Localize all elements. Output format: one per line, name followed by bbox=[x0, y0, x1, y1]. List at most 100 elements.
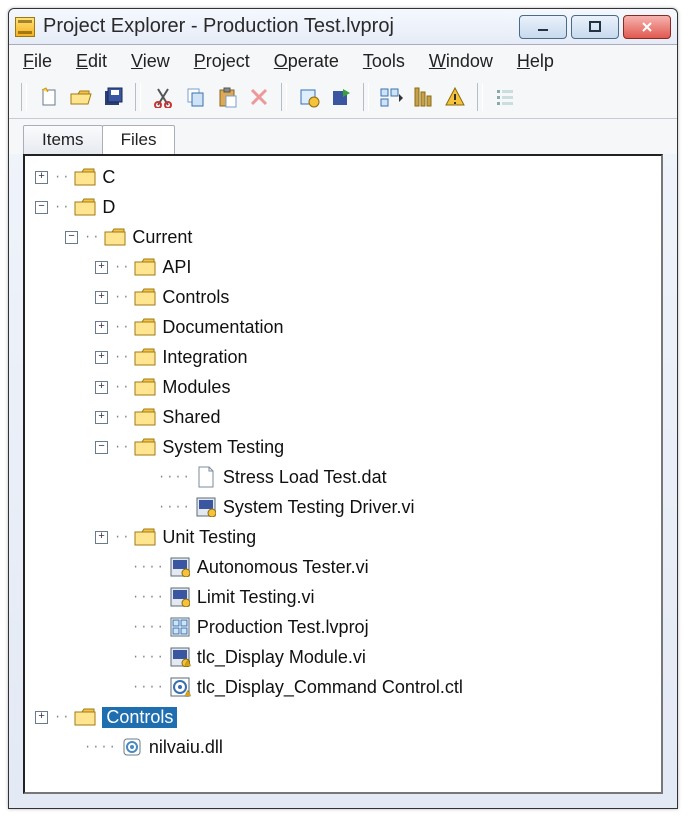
toolbar-separator bbox=[477, 83, 483, 111]
tree-node-controls[interactable]: +·· Controls bbox=[29, 282, 657, 312]
copy-icon bbox=[184, 86, 206, 108]
folder-icon bbox=[74, 197, 96, 217]
node-label: Shared bbox=[162, 407, 220, 428]
tree-node-api[interactable]: +·· API bbox=[29, 252, 657, 282]
arrange-icon bbox=[379, 86, 403, 108]
collapse-toggle[interactable]: − bbox=[35, 201, 48, 214]
vi-warning-icon bbox=[169, 647, 191, 667]
delete-button[interactable] bbox=[243, 82, 275, 112]
node-label: API bbox=[162, 257, 191, 278]
collapse-toggle[interactable]: − bbox=[95, 441, 108, 454]
expand-toggle[interactable]: + bbox=[95, 261, 108, 274]
folder-icon bbox=[104, 227, 126, 247]
menu-tools[interactable]: Tools bbox=[363, 51, 405, 72]
project-explorer-window: Project Explorer - Production Test.lvpro… bbox=[8, 8, 678, 809]
tab-files[interactable]: Files bbox=[102, 125, 176, 154]
maximize-icon bbox=[588, 20, 602, 34]
vi-icon bbox=[169, 587, 191, 607]
node-label: D bbox=[102, 197, 115, 218]
collapse-toggle[interactable]: − bbox=[65, 231, 78, 244]
tree-node-autonomous-tester[interactable]: ···· Autonomous Tester.vi bbox=[29, 552, 657, 582]
tree-node-system-testing[interactable]: −·· System Testing bbox=[29, 432, 657, 462]
save-all-icon bbox=[102, 86, 124, 108]
cut-icon bbox=[152, 86, 174, 108]
close-button[interactable] bbox=[623, 15, 671, 39]
filter-icon bbox=[413, 86, 433, 108]
tree-node-controls-root[interactable]: +·· Controls bbox=[29, 702, 657, 732]
warnings-button[interactable] bbox=[439, 82, 471, 112]
tree-node-stress-dat[interactable]: ···· Stress Load Test.dat bbox=[29, 462, 657, 492]
arrange-button[interactable] bbox=[375, 82, 407, 112]
expand-toggle[interactable]: + bbox=[35, 711, 48, 724]
tree-node-nilvaiu-dll[interactable]: ···· nilvaiu.dll bbox=[29, 732, 657, 762]
menu-operate[interactable]: Operate bbox=[274, 51, 339, 72]
run-button[interactable] bbox=[293, 82, 325, 112]
tab-items[interactable]: Items bbox=[23, 125, 103, 154]
toolbar-separator bbox=[135, 83, 141, 111]
cut-button[interactable] bbox=[147, 82, 179, 112]
list-button[interactable] bbox=[489, 82, 521, 112]
save-all-button[interactable] bbox=[97, 82, 129, 112]
titlebar: Project Explorer - Production Test.lvpro… bbox=[9, 9, 677, 45]
tree-node-display-command-ctl[interactable]: ···· tlc_Display_Command Control.ctl bbox=[29, 672, 657, 702]
tree-node-documentation[interactable]: +·· Documentation bbox=[29, 312, 657, 342]
node-label: Documentation bbox=[162, 317, 283, 338]
toolbar-separator bbox=[363, 83, 369, 111]
new-button[interactable] bbox=[33, 82, 65, 112]
node-label: Current bbox=[132, 227, 192, 248]
ctl-warning-icon bbox=[169, 677, 191, 697]
tree-node-modules[interactable]: +·· Modules bbox=[29, 372, 657, 402]
tree-node-integration[interactable]: +·· Integration bbox=[29, 342, 657, 372]
toolbar-separator bbox=[281, 83, 287, 111]
menu-edit[interactable]: Edit bbox=[76, 51, 107, 72]
node-label: Autonomous Tester.vi bbox=[197, 557, 369, 578]
paste-button[interactable] bbox=[211, 82, 243, 112]
list-icon bbox=[494, 86, 516, 108]
node-label: Production Test.lvproj bbox=[197, 617, 369, 638]
expand-toggle[interactable]: + bbox=[95, 411, 108, 424]
minimize-button[interactable] bbox=[519, 15, 567, 39]
filter-button[interactable] bbox=[407, 82, 439, 112]
tree-node-current[interactable]: − ·· Current bbox=[29, 222, 657, 252]
delete-x-icon bbox=[249, 87, 269, 107]
menu-view[interactable]: View bbox=[131, 51, 170, 72]
toolbar-separator bbox=[21, 83, 27, 111]
folder-icon bbox=[134, 257, 156, 277]
tree-node-unit-testing[interactable]: +·· Unit Testing bbox=[29, 522, 657, 552]
tree-node-system-driver-vi[interactable]: ···· System Testing Driver.vi bbox=[29, 492, 657, 522]
expand-toggle[interactable]: + bbox=[95, 321, 108, 334]
vi-icon bbox=[195, 497, 217, 517]
run-config-icon bbox=[298, 86, 320, 108]
tree-connector: ·· bbox=[54, 200, 70, 214]
menu-project[interactable]: Project bbox=[194, 51, 250, 72]
menu-file[interactable]: File bbox=[23, 51, 52, 72]
tree-node-shared[interactable]: +·· Shared bbox=[29, 402, 657, 432]
tree-node-c[interactable]: + ·· C bbox=[29, 162, 657, 192]
expand-toggle[interactable]: + bbox=[35, 171, 48, 184]
tree-node-display-module[interactable]: ···· tlc_Display Module.vi bbox=[29, 642, 657, 672]
tree-node-d[interactable]: − ·· D bbox=[29, 192, 657, 222]
menu-window[interactable]: Window bbox=[429, 51, 493, 72]
expand-toggle[interactable]: + bbox=[95, 381, 108, 394]
deploy-button[interactable] bbox=[325, 82, 357, 112]
maximize-button[interactable] bbox=[571, 15, 619, 39]
dll-icon bbox=[121, 737, 143, 757]
folder-icon bbox=[134, 437, 156, 457]
node-label: tlc_Display_Command Control.ctl bbox=[197, 677, 463, 698]
node-label: Stress Load Test.dat bbox=[223, 467, 387, 488]
folder-icon bbox=[134, 347, 156, 367]
tabbar: Items Files bbox=[9, 119, 677, 154]
menu-help[interactable]: Help bbox=[517, 51, 554, 72]
expand-toggle[interactable]: + bbox=[95, 351, 108, 364]
copy-button[interactable] bbox=[179, 82, 211, 112]
expand-toggle[interactable]: + bbox=[95, 531, 108, 544]
tree-node-limit-testing[interactable]: ···· Limit Testing.vi bbox=[29, 582, 657, 612]
labview-app-icon bbox=[15, 17, 35, 37]
folder-icon bbox=[134, 317, 156, 337]
file-tree-panel[interactable]: + ·· C − ·· D − ·· Current bbox=[23, 154, 663, 794]
tree-node-production-project[interactable]: ···· Production Test.lvproj bbox=[29, 612, 657, 642]
file-tree: + ·· C − ·· D − ·· Current bbox=[25, 156, 661, 768]
open-button[interactable] bbox=[65, 82, 97, 112]
expand-toggle[interactable]: + bbox=[95, 291, 108, 304]
node-label: System Testing Driver.vi bbox=[223, 497, 415, 518]
